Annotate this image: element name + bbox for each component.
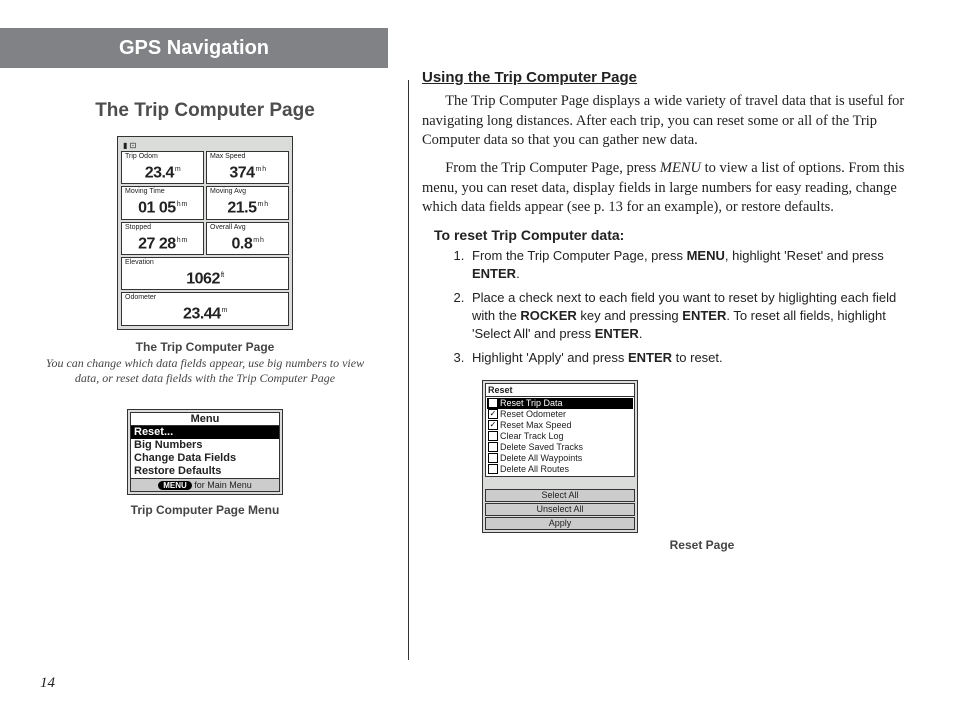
checkbox-icon: [488, 453, 498, 463]
reset-row-label: Reset Odometer: [500, 409, 566, 420]
menu-screenshot: Menu Reset...Big NumbersChange Data Fiel…: [127, 409, 283, 495]
reset-row-label: Clear Track Log: [500, 431, 564, 442]
menu-title: Menu: [130, 412, 280, 425]
trip-computer-screenshot: ▮ ⊡ Trip Odom 23.4m Max Speed 374m h Mov…: [117, 136, 293, 330]
reset-row-label: Reset Max Speed: [500, 420, 572, 431]
checkbox-icon: [488, 442, 498, 452]
reset-row: Clear Track Log: [487, 431, 633, 442]
paragraph-2: From the Trip Computer Page, press MENU …: [422, 159, 922, 218]
subheading: Using the Trip Computer Page: [422, 68, 922, 88]
field-overall-avg: Overall Avg 0.8m h: [206, 222, 289, 255]
reset-screen-button: Select All: [485, 489, 635, 502]
menu-footer: MENU for Main Menu: [130, 479, 280, 492]
steps-title: To reset Trip Computer data:: [434, 226, 922, 245]
reset-screen-button: Unselect All: [485, 503, 635, 516]
section-title: GPS Navigation: [119, 37, 269, 60]
reset-row: Reset Max Speed: [487, 420, 633, 431]
reset-row: Delete Saved Tracks: [487, 442, 633, 453]
figure1-caption-title: The Trip Computer Page: [40, 340, 370, 354]
reset-screenshot: Reset Reset Trip DataReset OdometerReset…: [482, 380, 638, 533]
reset-caption: Reset Page: [482, 537, 922, 553]
checkbox-icon: [488, 431, 498, 441]
left-title: The Trip Computer Page: [40, 100, 370, 122]
field-odometer: Odometer 23.44m: [121, 292, 289, 325]
field-stopped: Stopped 27 28h m: [121, 222, 204, 255]
menu-item: Reset...: [131, 426, 279, 439]
checkbox-icon: [488, 420, 498, 430]
menu-item: Big Numbers: [131, 439, 279, 452]
field-moving-time: Moving Time 01 05h m: [121, 186, 204, 219]
steps-list: From the Trip Computer Page, press MENU,…: [452, 247, 922, 368]
menu-button-label: MENU: [158, 481, 192, 490]
column-separator: [408, 80, 409, 660]
section-header: GPS Navigation: [0, 28, 388, 68]
reset-screen-button: Apply: [485, 517, 635, 530]
step-3: Highlight 'Apply' and press ENTER to res…: [468, 349, 922, 367]
page-number: 14: [40, 675, 55, 692]
reset-row: Reset Odometer: [487, 409, 633, 420]
field-max-speed: Max Speed 374m h: [206, 151, 289, 184]
reset-row-label: Delete All Routes: [500, 464, 569, 475]
menu-item: Change Data Fields: [131, 452, 279, 465]
reset-row: Delete All Waypoints: [487, 453, 633, 464]
reset-title: Reset: [485, 383, 635, 396]
paragraph-1: The Trip Computer Page displays a wide v…: [422, 92, 922, 151]
device-statusbar: ▮ ⊡: [121, 140, 289, 151]
reset-row: Reset Trip Data: [487, 398, 633, 409]
checkbox-icon: [488, 409, 498, 419]
field-moving-avg: Moving Avg 21.5m h: [206, 186, 289, 219]
menu-footer-text: for Main Menu: [194, 480, 252, 490]
step-2: Place a check next to each field you wan…: [468, 289, 922, 344]
reset-row-label: Reset Trip Data: [500, 398, 563, 409]
menu-item: Restore Defaults: [131, 465, 279, 478]
reset-row-label: Delete All Waypoints: [500, 453, 582, 464]
right-column: Using the Trip Computer Page The Trip Co…: [422, 68, 922, 553]
checkbox-icon: [488, 398, 498, 408]
left-column: The Trip Computer Page ▮ ⊡ Trip Odom 23.…: [40, 100, 370, 517]
figure1-caption-desc: You can change which data fields appear,…: [44, 356, 366, 387]
field-elevation: Elevation 1062ft: [121, 257, 289, 290]
figure2-caption: Trip Computer Page Menu: [40, 503, 370, 517]
checkbox-icon: [488, 464, 498, 474]
reset-row: Delete All Routes: [487, 464, 633, 475]
step-1: From the Trip Computer Page, press MENU,…: [468, 247, 922, 283]
reset-row-label: Delete Saved Tracks: [500, 442, 583, 453]
field-trip-odom: Trip Odom 23.4m: [121, 151, 204, 184]
